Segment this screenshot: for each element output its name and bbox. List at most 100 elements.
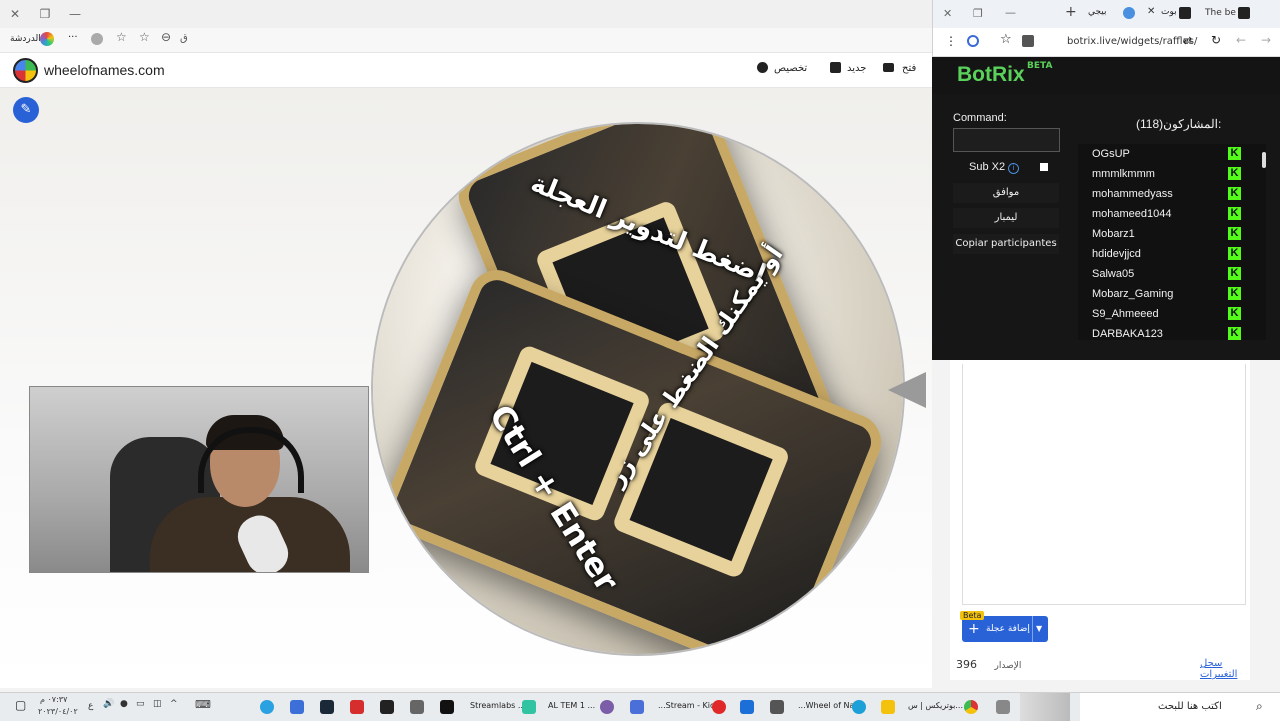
app-icon[interactable] xyxy=(600,700,614,714)
list-item: hdidevjjcd xyxy=(1092,248,1141,260)
wheel-pointer-icon xyxy=(888,372,926,408)
address-bar[interactable]: botrix.live/widgets/raffles/ xyxy=(1067,36,1197,47)
chrome-icon[interactable] xyxy=(964,700,978,714)
sub-x2-checkbox[interactable] xyxy=(1040,163,1048,171)
tab-label[interactable]: The be xyxy=(1205,8,1236,18)
tab-close-icon[interactable]: ✕ xyxy=(1147,6,1155,17)
botrix-logo[interactable]: BotRix xyxy=(957,63,1025,87)
edge-icon[interactable] xyxy=(852,700,866,714)
taskbar-item-botrix[interactable]: بوتريكس | س... xyxy=(908,701,963,710)
botrix-titlebar: ✕ ❐ — + بيجي ✕ بوت The be xyxy=(932,0,1280,28)
task-view-icon[interactable] xyxy=(996,700,1010,714)
reader-icon[interactable]: ⊖ xyxy=(161,30,171,44)
close-icon[interactable]: ✕ xyxy=(0,0,30,28)
mic-icon[interactable]: ● xyxy=(120,699,128,709)
list-item: OGsUP xyxy=(1092,148,1130,160)
search-highlight-image xyxy=(1020,693,1070,721)
search-icon: ⌕ xyxy=(1256,699,1263,713)
divider xyxy=(1032,616,1033,642)
back-icon[interactable]: ← xyxy=(1236,33,1246,47)
taskbar-search-box[interactable]: اكتب هنا للبحث ⌕ xyxy=(1080,693,1280,721)
menu-open[interactable]: فتح xyxy=(902,63,916,74)
info-icon[interactable]: i xyxy=(1008,163,1019,174)
participants-list[interactable]: OGsUP K mmmlkmmm K mohammedyass K mohame… xyxy=(1078,144,1266,340)
copilot-icon[interactable] xyxy=(40,32,54,46)
install-app-icon[interactable] xyxy=(1022,35,1034,47)
reset-button[interactable]: ليمبار xyxy=(953,208,1059,228)
tab-label[interactable]: بيجي xyxy=(1088,7,1107,17)
sub-x2-label: Sub X2 xyxy=(969,161,1006,173)
network-icon[interactable]: ◫ xyxy=(153,699,162,709)
folder-icon[interactable] xyxy=(883,63,894,72)
site-settings-icon[interactable]: ⇄ xyxy=(1183,34,1192,47)
chevron-down-icon[interactable]: ▼ xyxy=(1036,616,1042,642)
favorite-icon[interactable]: ☆ xyxy=(139,30,150,44)
opera-icon[interactable] xyxy=(712,700,726,714)
menu-icon[interactable]: ⋮ xyxy=(945,34,957,48)
kick-icon: K xyxy=(1228,247,1241,260)
taskbar-item-wheel[interactable]: ...Wheel of Na xyxy=(798,701,854,710)
notification-icon[interactable]: ▢ xyxy=(15,698,26,712)
list-item: S9_Ahmeeed xyxy=(1092,308,1159,320)
accept-button[interactable]: موافق xyxy=(953,183,1059,203)
forward-icon[interactable]: → xyxy=(1261,33,1271,47)
star-icon[interactable]: ☆ xyxy=(1000,32,1012,47)
close-icon[interactable]: ✕ xyxy=(943,7,952,20)
app-icon[interactable] xyxy=(350,700,364,714)
kick-icon: K xyxy=(1228,287,1241,300)
menu-customize[interactable]: تخصيص xyxy=(774,63,807,74)
clock-time[interactable]: ٠٧:٣٧ م xyxy=(40,695,67,704)
copy-participants-button[interactable]: Copiar participantes xyxy=(953,234,1059,254)
app-icon[interactable] xyxy=(410,700,424,714)
capcut-icon[interactable] xyxy=(380,700,394,714)
telegram-icon[interactable] xyxy=(260,700,274,714)
entries-textbox[interactable] xyxy=(962,364,1246,605)
keyboard-icon[interactable]: ⌨ xyxy=(195,698,211,711)
site-name[interactable]: wheelofnames.com xyxy=(44,62,165,78)
new-file-icon[interactable] xyxy=(830,62,841,73)
profile-avatar-icon[interactable] xyxy=(91,33,103,45)
taskbar-item-kick[interactable]: ...Stream - Kic xyxy=(658,701,714,710)
word-icon[interactable] xyxy=(630,700,644,714)
spin-wheel[interactable]: اضغط لتدوير العجلة أو يمكنك الضغط على زر… xyxy=(373,124,903,654)
reload-icon[interactable]: ↻ xyxy=(1211,33,1221,47)
palette-icon[interactable] xyxy=(757,62,768,73)
collections-icon[interactable]: ☆ xyxy=(116,30,127,44)
profile-label[interactable]: الدردشة xyxy=(10,34,41,44)
file-explorer-icon[interactable] xyxy=(881,700,895,714)
more-icon[interactable]: ··· xyxy=(68,32,78,43)
app-icon[interactable] xyxy=(770,700,784,714)
scrollbar-thumb[interactable] xyxy=(1262,152,1266,168)
command-input[interactable] xyxy=(953,128,1060,152)
maximize-icon[interactable]: ❐ xyxy=(973,7,983,20)
app-icon[interactable] xyxy=(740,700,754,714)
changelog-link[interactable]: سجل التغييرات xyxy=(1200,658,1250,680)
tab-label-active[interactable]: بوت xyxy=(1161,7,1177,17)
botrix-toolbar: ⋮ ☆ botrix.live/widgets/raffles/ ⇄ ↻ ← → xyxy=(932,28,1280,57)
menu-new[interactable]: جديد xyxy=(847,63,866,74)
kick-icon: K xyxy=(1228,167,1241,180)
taskbar-item-streamlabs[interactable]: Streamlabs ... xyxy=(470,701,526,710)
maximize-icon[interactable]: ❐ xyxy=(30,0,60,28)
translate-icon[interactable]: ق xyxy=(180,33,188,44)
version-label: الإصدار xyxy=(994,661,1022,671)
taskbar-item-altem[interactable]: AL TEM 1 ... xyxy=(548,701,595,710)
account-icon[interactable] xyxy=(967,35,979,47)
clock-date[interactable]: ٢٠٢٣/٠٤/٠٢ xyxy=(38,707,78,716)
chevron-up-icon[interactable]: ^ xyxy=(170,699,178,709)
streamlabs-icon[interactable] xyxy=(522,700,536,714)
tiktok-icon[interactable] xyxy=(440,700,454,714)
steam-icon[interactable] xyxy=(320,700,334,714)
tab-favicon-icon xyxy=(1179,7,1191,19)
minimize-icon[interactable]: — xyxy=(1005,6,1016,19)
beta-badge: BETA xyxy=(1027,61,1053,71)
minimize-icon[interactable]: — xyxy=(60,0,90,28)
new-tab-icon[interactable]: + xyxy=(1065,4,1077,20)
edit-icon[interactable]: ✎ xyxy=(13,97,39,123)
app-icon[interactable] xyxy=(290,700,304,714)
site-header: wheelofnames.com تخصيص جديد فتح xyxy=(0,53,932,88)
display-icon[interactable]: ▭ xyxy=(136,699,145,709)
language-indicator[interactable]: ع xyxy=(88,701,93,711)
wheel-logo-icon[interactable] xyxy=(13,58,38,83)
volume-icon[interactable]: 🔊 xyxy=(103,699,114,709)
